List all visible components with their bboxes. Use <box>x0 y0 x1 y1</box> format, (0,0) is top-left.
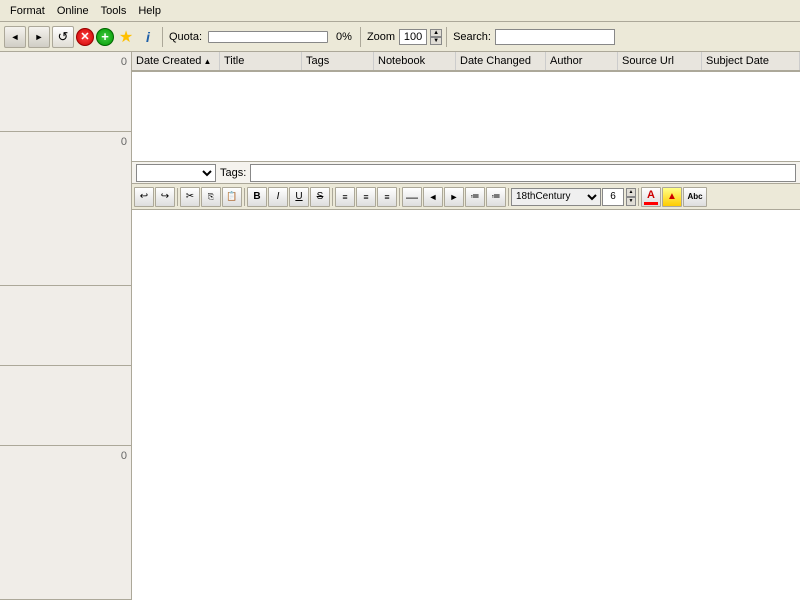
main-layout: 0 0 0 Date Created ▲ Title Tags Notebook <box>0 52 800 600</box>
search-input[interactable] <box>495 29 615 45</box>
col-date-created[interactable]: Date Created ▲ <box>132 52 220 70</box>
paste-button[interactable]: 📋 <box>222 187 242 207</box>
hr-button[interactable]: — <box>402 187 422 207</box>
col-tags-label: Tags <box>306 55 329 67</box>
menu-online[interactable]: Online <box>51 3 95 19</box>
col-tags[interactable]: Tags <box>302 52 374 70</box>
tags-label: Tags: <box>220 167 246 179</box>
note-title-bar: Tags: <box>132 162 800 184</box>
col-date-created-label: Date Created <box>136 55 201 67</box>
align-left-button[interactable]: ≡ <box>335 187 355 207</box>
section-1-count: 0 <box>121 56 127 68</box>
menubar: Format Online Tools Help <box>0 0 800 22</box>
undo-button[interactable]: ↩ <box>134 187 154 207</box>
font-color-button[interactable]: A <box>641 187 661 207</box>
copy-button[interactable]: ⎘ <box>201 187 221 207</box>
col-date-changed-label: Date Changed <box>460 55 531 67</box>
col-author-label: Author <box>550 55 582 67</box>
col-author[interactable]: Author <box>546 52 618 70</box>
note-editor-area: Tags: ↩ ↪ ✂ ⎘ 📋 B I <box>132 162 800 600</box>
col-subject-date-label: Subject Date <box>706 55 769 67</box>
main-toolbar: ◄ ► ↺ ✕ + ★ i Quota: 0% Zoom ▲ ▼ Search: <box>0 22 800 52</box>
left-section-4 <box>0 366 131 446</box>
left-section-5: 0 <box>0 446 131 600</box>
spell-check-button[interactable]: Abc <box>683 187 707 207</box>
new-note-button[interactable]: + <box>96 28 114 46</box>
col-source-url-label: Source Url <box>622 55 674 67</box>
strikethrough-button[interactable]: S <box>310 187 330 207</box>
right-panel: Date Created ▲ Title Tags Notebook Date … <box>132 52 800 600</box>
left-section-3 <box>0 286 131 366</box>
toolbar-separator-1 <box>162 27 163 47</box>
menu-format[interactable]: Format <box>4 3 51 19</box>
favorite-button[interactable]: ★ <box>116 26 136 48</box>
font-size-down-button[interactable]: ▼ <box>626 197 636 206</box>
zoom-down-button[interactable]: ▼ <box>430 37 442 45</box>
font-size-spinner: ▲ ▼ <box>626 188 636 206</box>
bullet-list-button[interactable]: ≔ <box>465 187 485 207</box>
col-date-changed[interactable]: Date Changed <box>456 52 546 70</box>
underline-button[interactable]: U <box>289 187 309 207</box>
ed-sep-3 <box>332 188 333 206</box>
sync-button[interactable]: ↺ <box>52 26 74 48</box>
font-size-up-button[interactable]: ▲ <box>626 188 636 197</box>
italic-button[interactable]: I <box>268 187 288 207</box>
left-section-2: 0 <box>0 132 131 286</box>
left-section-1: 0 <box>0 52 131 132</box>
quota-bar-container <box>208 31 328 43</box>
section-2-count: 0 <box>121 136 127 148</box>
menu-help[interactable]: Help <box>132 3 167 19</box>
sort-arrow-icon: ▲ <box>203 57 211 66</box>
info-button[interactable]: i <box>138 26 158 48</box>
zoom-label: Zoom <box>367 31 395 43</box>
ed-sep-6 <box>638 188 639 206</box>
search-label: Search: <box>453 31 491 43</box>
ed-sep-5 <box>508 188 509 206</box>
toolbar-separator-3 <box>446 27 447 47</box>
note-list-area[interactable] <box>132 72 800 162</box>
toolbar-separator-2 <box>360 27 361 47</box>
note-notebook-select[interactable] <box>136 164 216 182</box>
zoom-input[interactable] <box>399 29 427 45</box>
note-list-header: Date Created ▲ Title Tags Notebook Date … <box>132 52 800 72</box>
outdent-button[interactable]: ◄ <box>423 187 443 207</box>
align-center-button[interactable]: ≡ <box>356 187 376 207</box>
ed-sep-1 <box>177 188 178 206</box>
col-notebook-label: Notebook <box>378 55 425 67</box>
editor-toolbar: ↩ ↪ ✂ ⎘ 📋 B I U S ≡ <box>132 184 800 210</box>
tags-input[interactable] <box>250 164 796 182</box>
redo-button[interactable]: ↪ <box>155 187 175 207</box>
section-5-count: 0 <box>121 450 127 462</box>
quota-label: Quota: <box>169 31 202 43</box>
col-subject-date[interactable]: Subject Date <box>702 52 800 70</box>
editor-content[interactable] <box>132 210 800 600</box>
cut-button[interactable]: ✂ <box>180 187 200 207</box>
zoom-spinner: ▲ ▼ <box>430 29 442 45</box>
highlight-button[interactable]: ▲ <box>662 187 682 207</box>
quota-percent: 0% <box>336 31 352 43</box>
bold-button[interactable]: B <box>247 187 267 207</box>
font-size-input[interactable] <box>602 188 624 206</box>
num-list-button[interactable]: ≔ <box>486 187 506 207</box>
indent-button[interactable]: ► <box>444 187 464 207</box>
forward-button[interactable]: ► <box>28 26 50 48</box>
ed-sep-4 <box>399 188 400 206</box>
zoom-up-button[interactable]: ▲ <box>430 29 442 37</box>
col-notebook[interactable]: Notebook <box>374 52 456 70</box>
col-source-url[interactable]: Source Url <box>618 52 702 70</box>
menu-tools[interactable]: Tools <box>95 3 133 19</box>
ed-sep-2 <box>244 188 245 206</box>
back-button[interactable]: ◄ <box>4 26 26 48</box>
col-title-label: Title <box>224 55 244 67</box>
delete-button[interactable]: ✕ <box>76 28 94 46</box>
font-select[interactable]: 18thCentury <box>511 188 601 206</box>
left-panel: 0 0 0 <box>0 52 132 600</box>
align-right-button[interactable]: ≡ <box>377 187 397 207</box>
col-title[interactable]: Title <box>220 52 302 70</box>
